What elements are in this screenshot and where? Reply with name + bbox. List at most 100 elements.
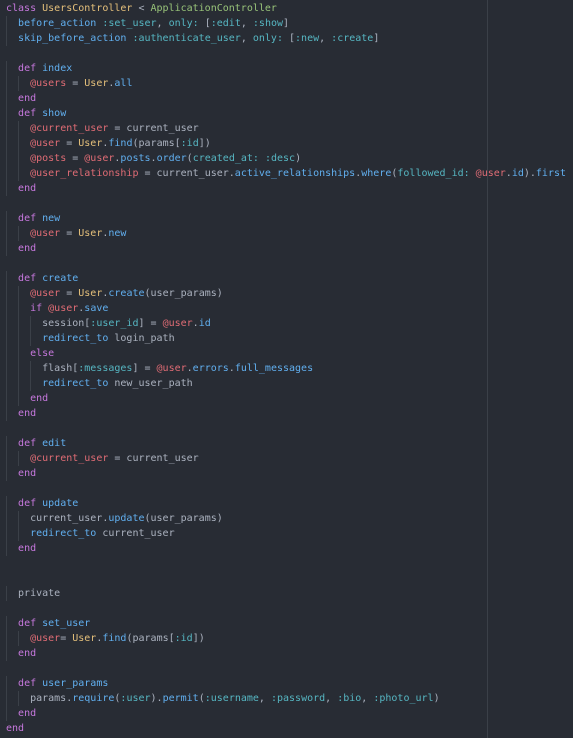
code-line[interactable]: end (0, 91, 573, 106)
code-line[interactable]: if @user.save (0, 301, 573, 316)
plain-token: new_user_path (108, 378, 193, 389)
symbol-token: :show (252, 18, 284, 29)
code-line[interactable]: @user= User.find(params[:id]) (0, 631, 573, 646)
ivar-token: @user (162, 318, 193, 329)
code-line[interactable] (0, 571, 573, 586)
plain-token: (user_params) (144, 513, 223, 524)
code-line[interactable]: private (0, 586, 573, 601)
indent-guide (6, 211, 7, 226)
code-line[interactable]: class UsersController < ApplicationContr… (0, 1, 573, 16)
plain-token: ]) (192, 633, 205, 644)
ivar-token: @user (30, 138, 61, 149)
keyword-token: if (30, 303, 49, 314)
indent-guide (18, 451, 19, 466)
code-line[interactable]: end (0, 721, 573, 736)
code-line[interactable]: redirect_to login_path (0, 331, 573, 346)
code-line[interactable]: @current_user = current_user (0, 451, 573, 466)
code-line[interactable]: current_user.update(user_params) (0, 511, 573, 526)
code-line[interactable]: end (0, 466, 573, 481)
ivar-token: @user (475, 168, 506, 179)
plain-token: ) (295, 153, 302, 164)
code-line[interactable]: flash[:messages] = @user.errors.full_mes… (0, 361, 573, 376)
code-line[interactable] (0, 601, 573, 616)
code-line[interactable]: def index (0, 61, 573, 76)
code-line[interactable]: before_action :set_user, only: [:edit, :… (0, 16, 573, 31)
plain-token: current_user (96, 528, 175, 539)
code-line[interactable]: @user = User.create(user_params) (0, 286, 573, 301)
code-lines: class UsersController < ApplicationContr… (0, 1, 573, 736)
code-line[interactable]: end (0, 241, 573, 256)
code-line[interactable]: end (0, 406, 573, 421)
code-line[interactable]: @current_user = current_user (0, 121, 573, 136)
code-line[interactable] (0, 196, 573, 211)
plain-token: = (66, 153, 85, 164)
keyword-token: end (18, 648, 37, 659)
code-line[interactable]: session[:user_id] = @user.id (0, 316, 573, 331)
indent-guide (18, 631, 19, 646)
indent-guide (6, 76, 7, 91)
code-line[interactable] (0, 421, 573, 436)
code-line[interactable]: def update (0, 496, 573, 511)
code-line[interactable]: def create (0, 271, 573, 286)
indent-guide (18, 121, 19, 136)
indent-guide (6, 121, 7, 136)
indent-guide (6, 181, 7, 196)
code-line[interactable]: end (0, 391, 573, 406)
code-line[interactable]: @users = User.all (0, 76, 573, 91)
method-token: user_params (42, 678, 109, 689)
code-line[interactable]: @user = User.find(params[:id]) (0, 136, 573, 151)
code-line[interactable]: end (0, 541, 573, 556)
code-line[interactable]: @user_relationship = current_user.active… (0, 166, 573, 181)
indent-guide (6, 91, 7, 106)
indent-guide (18, 151, 19, 166)
constant-token: User (78, 228, 103, 239)
code-line[interactable]: @user = User.new (0, 226, 573, 241)
keyword-token: def (18, 213, 43, 224)
indent-guide (6, 316, 7, 331)
method-token: update (108, 513, 145, 524)
method-token: where (361, 168, 392, 179)
code-line[interactable]: def new (0, 211, 573, 226)
code-editor[interactable]: class UsersController < ApplicationContr… (0, 0, 573, 738)
indent-guide (6, 511, 7, 526)
code-line[interactable]: else (0, 346, 573, 361)
plain-token: ] = (138, 318, 163, 329)
plain-token: params. (6, 693, 73, 704)
plain-token: = current_user. (138, 168, 235, 179)
method-token: find (102, 633, 127, 644)
code-line[interactable] (0, 46, 573, 61)
indent-guide (6, 286, 7, 301)
symbol-token: :edit (210, 18, 241, 29)
symbol-token: :id (174, 633, 193, 644)
code-line[interactable] (0, 256, 573, 271)
code-line[interactable]: def edit (0, 436, 573, 451)
plain-token: ]) (198, 138, 211, 149)
code-line[interactable]: def user_params (0, 676, 573, 691)
plain-token: ] (373, 33, 380, 44)
code-line[interactable]: redirect_to new_user_path (0, 376, 573, 391)
symbol-token: :user (120, 693, 151, 704)
plain-token: = (60, 288, 79, 299)
indent-guide (6, 391, 7, 406)
code-line[interactable] (0, 556, 573, 571)
code-line[interactable]: @posts = @user.posts.order(created_at: :… (0, 151, 573, 166)
code-line[interactable]: def set_user (0, 616, 573, 631)
code-line[interactable] (0, 661, 573, 676)
code-line[interactable]: end (0, 646, 573, 661)
code-line[interactable]: redirect_to current_user (0, 526, 573, 541)
code-line[interactable]: end (0, 181, 573, 196)
code-line[interactable]: skip_before_action :authenticate_user, o… (0, 31, 573, 46)
indent-guide (30, 331, 31, 346)
method-token: edit (42, 438, 67, 449)
code-line[interactable] (0, 481, 573, 496)
code-line[interactable]: params.require(:user).permit(:username, … (0, 691, 573, 706)
code-line[interactable]: end (0, 706, 573, 721)
ivar-token: @user (30, 228, 61, 239)
code-line[interactable]: def show (0, 106, 573, 121)
